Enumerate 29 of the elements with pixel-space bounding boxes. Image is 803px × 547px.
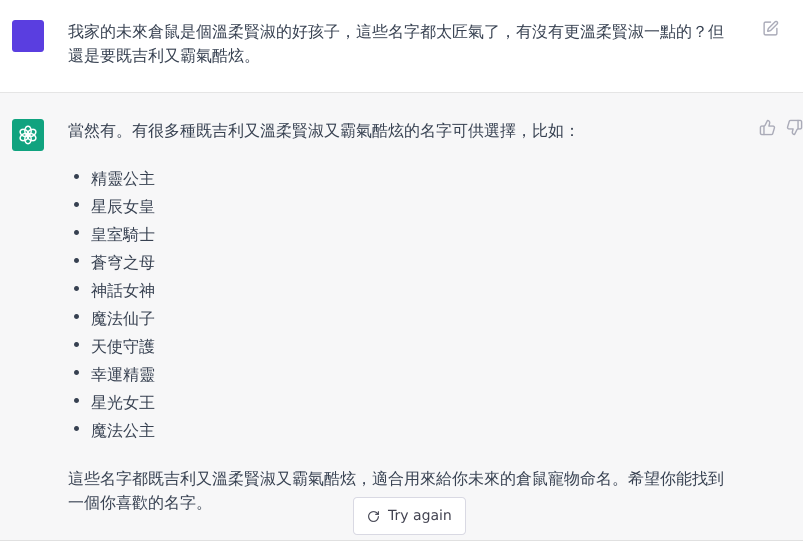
- list-item: 魔法仙子: [91, 308, 155, 330]
- refresh-icon: [367, 510, 380, 522]
- bullet-icon: [74, 202, 79, 206]
- bullet-icon: [74, 174, 79, 178]
- bullet-icon: [74, 230, 79, 234]
- list-item: 天使守護: [91, 336, 155, 358]
- list-item: 皇室騎士: [91, 224, 155, 246]
- list-item: 星光女王: [91, 392, 155, 414]
- bullet-icon: [74, 426, 79, 430]
- message-text: 我家的未來倉鼠是個溫柔賢淑的好孩子，這些名字都太匠氣了，有沒有更溫柔賢淑一點的？但還是要既吉利又霸氣酷炫。: [68, 21, 725, 67]
- list-item: 蒼穹之母: [91, 252, 155, 274]
- bullet-icon: [74, 370, 79, 374]
- edit-icon[interactable]: [762, 20, 779, 37]
- thumbs-up-icon[interactable]: [759, 119, 776, 136]
- list-item: 星辰女皇: [91, 196, 155, 218]
- bullet-icon: [74, 258, 79, 262]
- list-item: 幸運精靈: [91, 364, 155, 386]
- try-again-button[interactable]: Try again: [353, 497, 466, 535]
- bullet-icon: [74, 286, 79, 290]
- message-text: 當然有。有很多種既吉利又溫柔賢淑又霸氣酷炫的名字可供選擇，比如：: [68, 120, 581, 142]
- list-item: 神話女神: [91, 280, 155, 302]
- user-avatar: [12, 20, 44, 52]
- knot-logo-icon: [17, 124, 39, 146]
- list-item: 魔法公主: [91, 420, 155, 442]
- bullet-icon: [74, 342, 79, 346]
- thumbs-down-icon[interactable]: [786, 119, 803, 136]
- bullet-icon: [74, 314, 79, 318]
- list-item: 精靈公主: [91, 168, 155, 190]
- bullet-icon: [74, 398, 79, 402]
